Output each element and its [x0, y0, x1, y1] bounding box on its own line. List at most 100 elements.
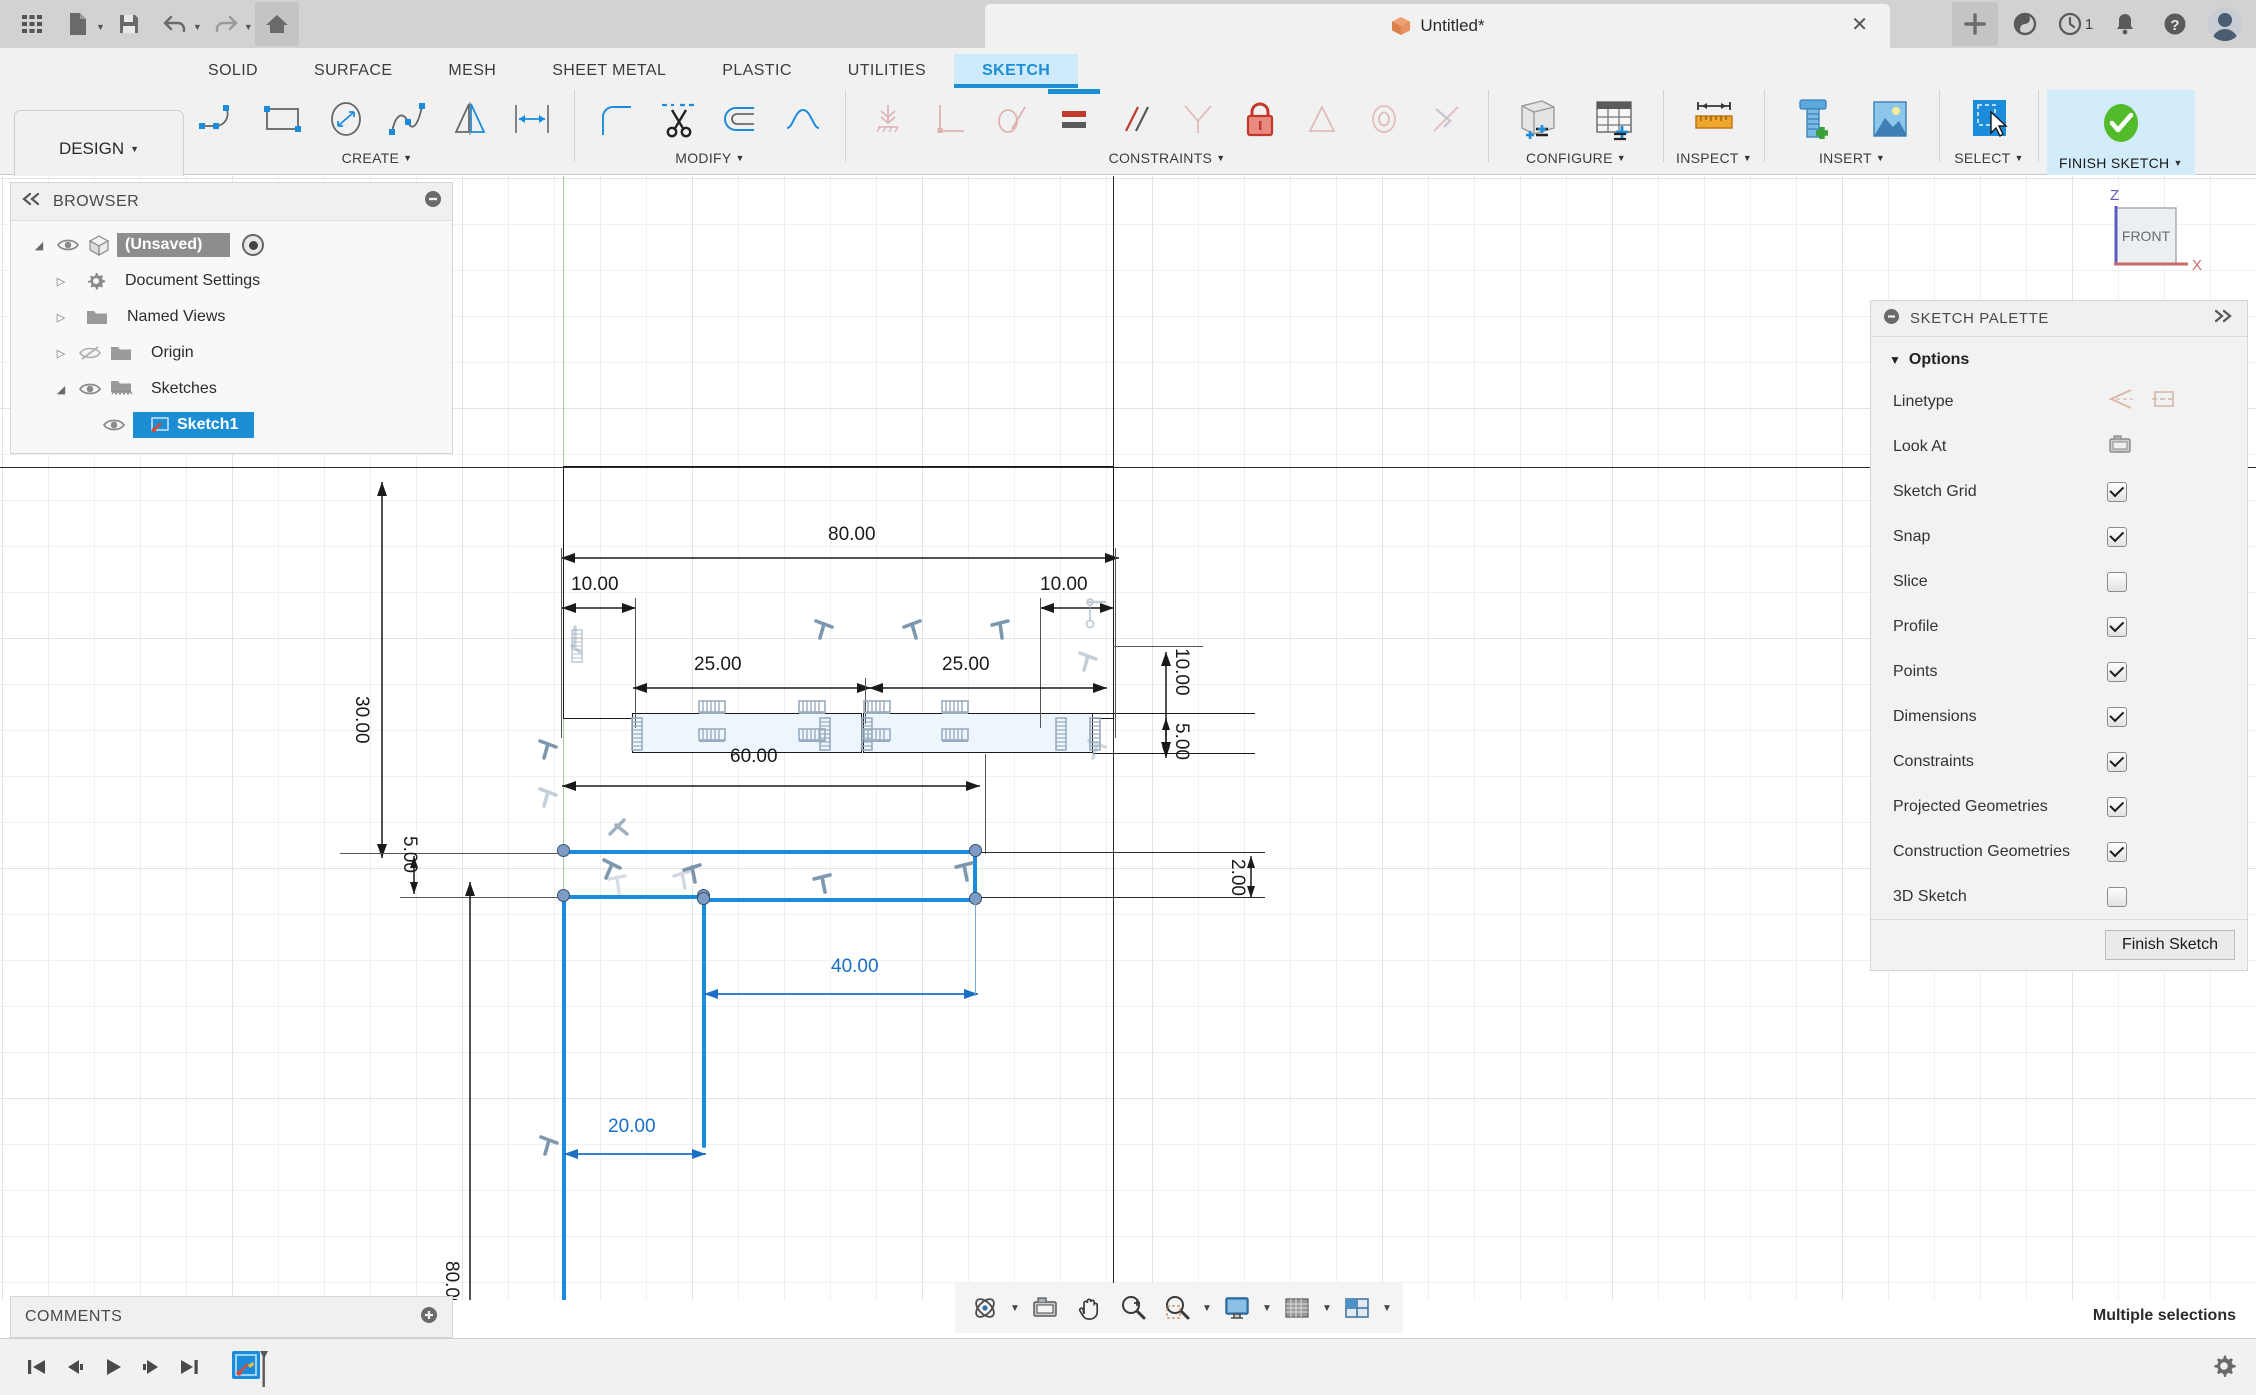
constraint-glyph[interactable] [537, 1132, 563, 1158]
coincident-glyph[interactable] [940, 724, 969, 750]
look-at-icon[interactable] [2107, 433, 2133, 460]
sketch-line-mid-left[interactable] [563, 895, 703, 899]
symmetry-constraint-icon[interactable] [1168, 91, 1228, 147]
job-status-icon[interactable]: 1 [2052, 2, 2098, 46]
grid-snap-icon[interactable] [1275, 1286, 1319, 1330]
finish-sketch-check-icon[interactable] [2084, 96, 2158, 152]
redo-icon[interactable] [204, 2, 248, 46]
zoom-window-icon[interactable] [1155, 1286, 1199, 1330]
collinear-constraint-icon[interactable] [1292, 91, 1352, 147]
expand-arrow-icon[interactable]: ▷ [51, 347, 71, 360]
jump-to-end-icon[interactable] [170, 1348, 208, 1386]
vertical-constraint-glyph[interactable] [1082, 596, 1108, 629]
palette-row-constraints[interactable]: Constraints [1871, 739, 2247, 784]
tab-plastic[interactable]: PLASTIC [694, 54, 820, 88]
concentric-constraint-icon[interactable] [1354, 91, 1414, 147]
browser-item-sketch1[interactable]: Sketch1 [11, 407, 452, 443]
notifications-bell-icon[interactable] [2102, 2, 2148, 46]
constraint-glyph[interactable] [605, 871, 631, 897]
add-comment-icon[interactable] [420, 1306, 438, 1329]
browser-item-document-settings[interactable]: ▷ Document Settings [11, 263, 452, 299]
look-at-icon[interactable] [1023, 1286, 1067, 1330]
palette-row-look-at[interactable]: Look At [1871, 424, 2247, 469]
expand-arrow-icon[interactable]: ◢ [29, 239, 49, 252]
chevron-down-icon[interactable]: ▼ [1617, 153, 1626, 163]
constraint-glyph[interactable] [988, 616, 1014, 642]
tab-sheet-metal[interactable]: SHEET METAL [524, 54, 694, 88]
vertical-constraint-glyph[interactable] [1052, 716, 1078, 751]
close-icon[interactable]: ✕ [1851, 15, 1868, 35]
palette-row-sketch-grid[interactable]: Sketch Grid [1871, 469, 2247, 514]
orbit-icon[interactable] [963, 1286, 1007, 1330]
timeline-feature-sketch1[interactable] [230, 1345, 274, 1389]
fillet-tool-icon[interactable] [587, 91, 647, 147]
viewports-dropdown-caret[interactable]: ▼ [1379, 1303, 1395, 1314]
visibility-eye-off-icon[interactable] [77, 345, 103, 361]
sketch-point[interactable] [969, 844, 982, 857]
3d-sketch-checkbox[interactable] [2107, 886, 2127, 907]
palette-row-linetype[interactable]: Linetype [1871, 379, 2247, 424]
curvature-tool-icon[interactable] [773, 91, 833, 147]
offset-tool-icon[interactable] [711, 91, 771, 147]
constraint-glyph[interactable] [810, 870, 836, 896]
equal-constraint-icon[interactable] [1044, 89, 1104, 147]
vertical-constraint-glyph[interactable] [816, 716, 842, 751]
coincident-glyph[interactable] [940, 696, 969, 722]
minimize-icon[interactable] [424, 190, 442, 213]
rectangle-tool-icon[interactable] [254, 91, 314, 147]
jump-to-beginning-icon[interactable] [18, 1348, 56, 1386]
zoom-dropdown-caret[interactable]: ▼ [1199, 1303, 1215, 1314]
undo-dropdown-caret[interactable]: ▼ [193, 22, 202, 32]
view-cube[interactable]: FRONT Z X [2088, 186, 2228, 296]
step-forward-icon[interactable] [132, 1348, 170, 1386]
parallel-constraint-icon[interactable] [1106, 91, 1166, 147]
profile-checkbox[interactable] [2107, 616, 2127, 637]
configure-part-icon[interactable] [1501, 91, 1575, 147]
line-tool-icon[interactable] [192, 91, 252, 147]
slice-checkbox[interactable] [2107, 571, 2127, 592]
construction-linetype-icon[interactable] [2107, 387, 2135, 416]
sketch-line-inner-vertical[interactable] [702, 898, 706, 1148]
expand-arrow-icon[interactable]: ▷ [51, 311, 71, 324]
display-settings-icon[interactable] [1215, 1286, 1259, 1330]
palette-section-options[interactable]: ▼ Options [1871, 337, 2247, 379]
dimensions-checkbox[interactable] [2107, 706, 2127, 727]
mirror-tool-icon[interactable] [440, 91, 500, 147]
sketch-dimension-icon[interactable] [502, 91, 562, 147]
trim-tool-icon[interactable] [649, 91, 709, 147]
visibility-eye-icon[interactable] [55, 238, 81, 252]
constraint-glyph[interactable] [605, 816, 631, 842]
expand-arrow-icon[interactable]: ◢ [51, 383, 71, 396]
redo-dropdown-caret[interactable]: ▼ [244, 22, 253, 32]
sketch-point[interactable] [697, 892, 710, 905]
constraint-glyph[interactable] [900, 616, 926, 642]
construction-geometries-checkbox[interactable] [2107, 841, 2127, 862]
constraint-glyph[interactable] [536, 736, 562, 762]
expand-arrow-icon[interactable]: ▷ [51, 275, 71, 288]
document-tab[interactable]: Untitled* ✕ [985, 4, 1890, 48]
chevron-down-icon[interactable]: ▼ [2173, 158, 2182, 168]
new-tab-icon[interactable] [1952, 2, 1998, 46]
chevron-down-icon[interactable]: ▼ [1876, 153, 1885, 163]
select-tool-icon[interactable] [1952, 91, 2026, 147]
sketch-line-left-vertical[interactable] [562, 895, 566, 1300]
insert-canvas-image-icon[interactable] [1853, 91, 1927, 147]
perpendicular-constraint-icon[interactable] [920, 91, 980, 147]
palette-row-snap[interactable]: Snap [1871, 514, 2247, 559]
chevron-down-icon[interactable]: ▼ [1743, 153, 1752, 163]
points-checkbox[interactable] [2107, 661, 2127, 682]
vertical-constraint-glyph[interactable] [628, 716, 654, 751]
viewports-icon[interactable] [1335, 1286, 1379, 1330]
extensions-icon[interactable] [2002, 2, 2048, 46]
browser-item-sketches[interactable]: ◢ Sketches [11, 371, 452, 407]
palette-row-3d-sketch[interactable]: 3D Sketch [1871, 874, 2247, 919]
sketch-point[interactable] [557, 889, 570, 902]
palette-row-construction-geometries[interactable]: Construction Geometries [1871, 829, 2247, 874]
constraint-glyph[interactable] [1076, 648, 1102, 674]
new-document-icon[interactable] [56, 2, 100, 46]
centerline-linetype-icon[interactable] [2151, 387, 2177, 416]
grid-snap-dropdown-caret[interactable]: ▼ [1319, 1303, 1335, 1314]
tab-solid[interactable]: SOLID [180, 54, 286, 88]
vertical-constraint-glyph[interactable] [858, 716, 884, 751]
constraint-glyph[interactable] [680, 860, 706, 886]
